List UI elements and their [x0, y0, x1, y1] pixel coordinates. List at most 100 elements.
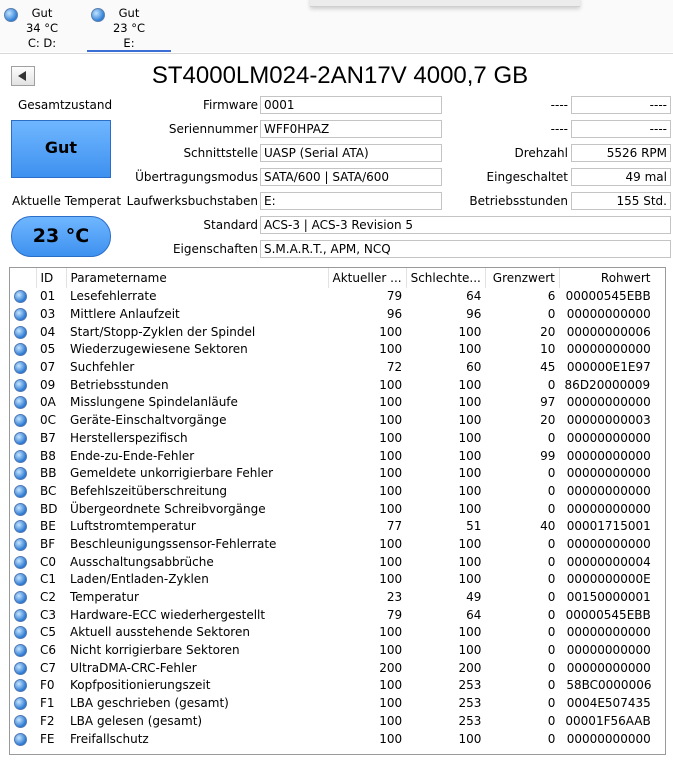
status-ok-icon: [14, 396, 27, 410]
raw-value: 000000E1E972: [566, 360, 659, 375]
raw-value: 000000000000: [566, 536, 659, 551]
drive-letters-label: Laufwerksbuchstaben: [126, 194, 258, 208]
table-row[interactable]: C0 Ausschaltungsabbrüche 100 100 0 0000000000…: [10, 553, 662, 571]
attribute-id: BB: [40, 466, 57, 481]
table-row[interactable]: C3 Hardware-ECC wiederhergestellt 79 64 0 000…: [10, 606, 662, 624]
threshold-value: 0: [547, 466, 556, 481]
table-row[interactable]: C6 Nicht korrigierbare Sektoren 100 100 0 000…: [10, 642, 662, 660]
table-row[interactable]: B8 Ende-zu-Ende-Fehler 100 100 99 00000000000…: [10, 447, 662, 465]
attribute-id: C6: [40, 643, 57, 658]
table-row[interactable]: 04 Start/Stopp-Zyklen der Spindel 100 100 20…: [10, 323, 662, 341]
rpm-label: Drehzahl: [514, 146, 569, 160]
header-threshold[interactable]: Grenzwert: [485, 268, 560, 288]
status-ok-icon: [14, 714, 27, 728]
table-row[interactable]: BC Befehlszeitüberschreitung 100 100 0 000000…: [10, 483, 662, 501]
worst-value: 253: [458, 678, 482, 693]
attribute-id: BD: [40, 501, 58, 516]
status-icon: [10, 341, 36, 359]
table-row[interactable]: 07 Suchfehler 72 60 45 000000E1E972: [10, 359, 662, 377]
current-value: 23: [386, 590, 403, 605]
attribute-name: Geräte-Einschaltvorgänge: [70, 413, 227, 428]
health-status-button[interactable]: Gut: [11, 120, 111, 178]
threshold-value: 0: [547, 678, 556, 693]
current-value: 79: [386, 289, 403, 304]
unknown-label-1: ----: [550, 98, 568, 112]
threshold-value: 0: [547, 554, 556, 569]
worst-value: 100: [458, 501, 482, 516]
status-ok-icon: [14, 343, 27, 357]
table-row[interactable]: FE Freifallschutz 100 100 0 000000000000: [10, 730, 662, 748]
attribute-id: B7: [40, 430, 56, 445]
status-ok-icon: [14, 573, 27, 587]
worst-value: 49: [466, 590, 482, 605]
current-value: 96: [386, 307, 403, 322]
drive-tab-c[interactable]: Gut 34 °C C: D:: [0, 6, 84, 52]
worst-value: 100: [458, 466, 482, 481]
status-icon: [10, 288, 36, 306]
unknown-field-2: ----: [571, 120, 671, 138]
threshold-value: 0: [547, 572, 556, 587]
attribute-name: Befehlszeitüberschreitung: [70, 483, 228, 498]
attribute-name: Wiederzugewiesene Sektoren: [70, 342, 248, 357]
table-row[interactable]: C2 Temperatur 23 49 0 001500000017: [10, 589, 662, 607]
header-name[interactable]: Parametername: [66, 268, 329, 288]
header-id[interactable]: ID: [36, 268, 67, 288]
status-icon: [10, 412, 36, 430]
drive-tab-e[interactable]: Gut 23 °C E:: [87, 6, 171, 52]
table-row[interactable]: 03 Mittlere Anlaufzeit 96 96 0 000000000000: [10, 306, 662, 324]
table-row[interactable]: C1 Laden/Entladen-Zyklen 100 100 0 0000000000…: [10, 571, 662, 589]
attribute-name: Suchfehler: [70, 360, 135, 375]
table-row[interactable]: 0C Geräte-Einschaltvorgänge 100 100 20 000000…: [10, 412, 662, 430]
table-row[interactable]: F2 LBA gelesen (gesamt) 100 253 0 00001F56AAB…: [10, 713, 662, 731]
status-icon: [10, 359, 36, 377]
table-row[interactable]: B7 Herstellerspezifisch 100 100 0 00000000000…: [10, 430, 662, 448]
table-row[interactable]: C5 Aktuell ausstehende Sektoren 100 100 0 000…: [10, 624, 662, 642]
current-value: 79: [386, 607, 403, 622]
worst-value: 100: [458, 625, 482, 640]
current-value: 100: [379, 696, 403, 711]
status-ok-icon: [14, 290, 27, 304]
table-row[interactable]: C7 UltraDMA-CRC-Fehler 200 200 0 000000000000: [10, 659, 662, 677]
header-status[interactable]: [10, 268, 37, 288]
table-row[interactable]: 05 Wiederzugewiesene Sektoren 100 100 10 0000…: [10, 341, 662, 359]
header-worst[interactable]: Schlechte...: [406, 268, 486, 288]
table-header-row: ID Parametername Aktueller ... Schlechte…: [10, 268, 663, 288]
status-ok-icon: [14, 449, 27, 463]
table-row[interactable]: 0A Misslungene Spindelanläufe 100 100 97 0000…: [10, 394, 662, 412]
attribute-name: Beschleunigungssensor-Fehlerrate: [70, 536, 277, 551]
status-icon: [10, 306, 36, 324]
status-ok-icon: [14, 308, 27, 322]
threshold-value: 0: [547, 307, 556, 322]
threshold-value: 10: [540, 342, 556, 357]
worst-value: 96: [466, 307, 482, 322]
table-row[interactable]: 09 Betriebsstunden 100 100 0 86D20000009B: [10, 376, 662, 394]
attribute-name: Start/Stopp-Zyklen der Spindel: [70, 324, 256, 339]
temperature-button[interactable]: 23 °C: [11, 216, 111, 257]
table-row[interactable]: 01 Lesefehlerrate 79 64 6 00000545EBB6: [10, 288, 662, 306]
attribute-id: F0: [40, 678, 55, 693]
transfer-label: Übertragungsmodus: [135, 170, 258, 184]
header-current[interactable]: Aktueller ...: [328, 268, 407, 288]
smart-table[interactable]: ID Parametername Aktueller ... Schlechte…: [9, 267, 666, 755]
attribute-id: BE: [40, 519, 56, 534]
threshold-value: 0: [547, 607, 556, 622]
transfer-field: SATA/600 | SATA/600: [260, 168, 442, 186]
table-row[interactable]: F1 LBA geschrieben (gesamt) 100 253 0 0004E50…: [10, 695, 662, 713]
drive-bar: Gut 34 °C C: D: Gut 23 °C E:: [0, 0, 673, 52]
table-row[interactable]: BB Gemeldete unkorrigierbare Fehler 100 100…: [10, 465, 662, 483]
table-scroll-area[interactable]: [651, 268, 665, 754]
attribute-name: Ausschaltungsabbrüche: [70, 554, 214, 569]
attribute-name: Aktuell ausstehende Sektoren: [70, 625, 250, 640]
table-row[interactable]: BF Beschleunigungssensor-Fehlerrate 100 100…: [10, 536, 662, 554]
current-value: 100: [379, 501, 403, 516]
table-row[interactable]: BD Übergeordnete Schreibvorgänge 100 100 0 00…: [10, 500, 662, 518]
status-icon: [10, 483, 36, 501]
threshold-value: 0: [547, 501, 556, 516]
table-row[interactable]: BE Luftstromtemperatur 77 51 40 000017150017: [10, 518, 662, 536]
current-value: 100: [379, 572, 403, 587]
previous-disk-button[interactable]: [11, 66, 35, 86]
header-raw[interactable]: Rohwerte: [559, 268, 663, 288]
raw-value: 000000000000: [566, 395, 659, 410]
raw-value: 000000000000: [566, 660, 659, 675]
table-row[interactable]: F0 Kopfpositionierungszeit 100 253 0 58BC0000…: [10, 677, 662, 695]
